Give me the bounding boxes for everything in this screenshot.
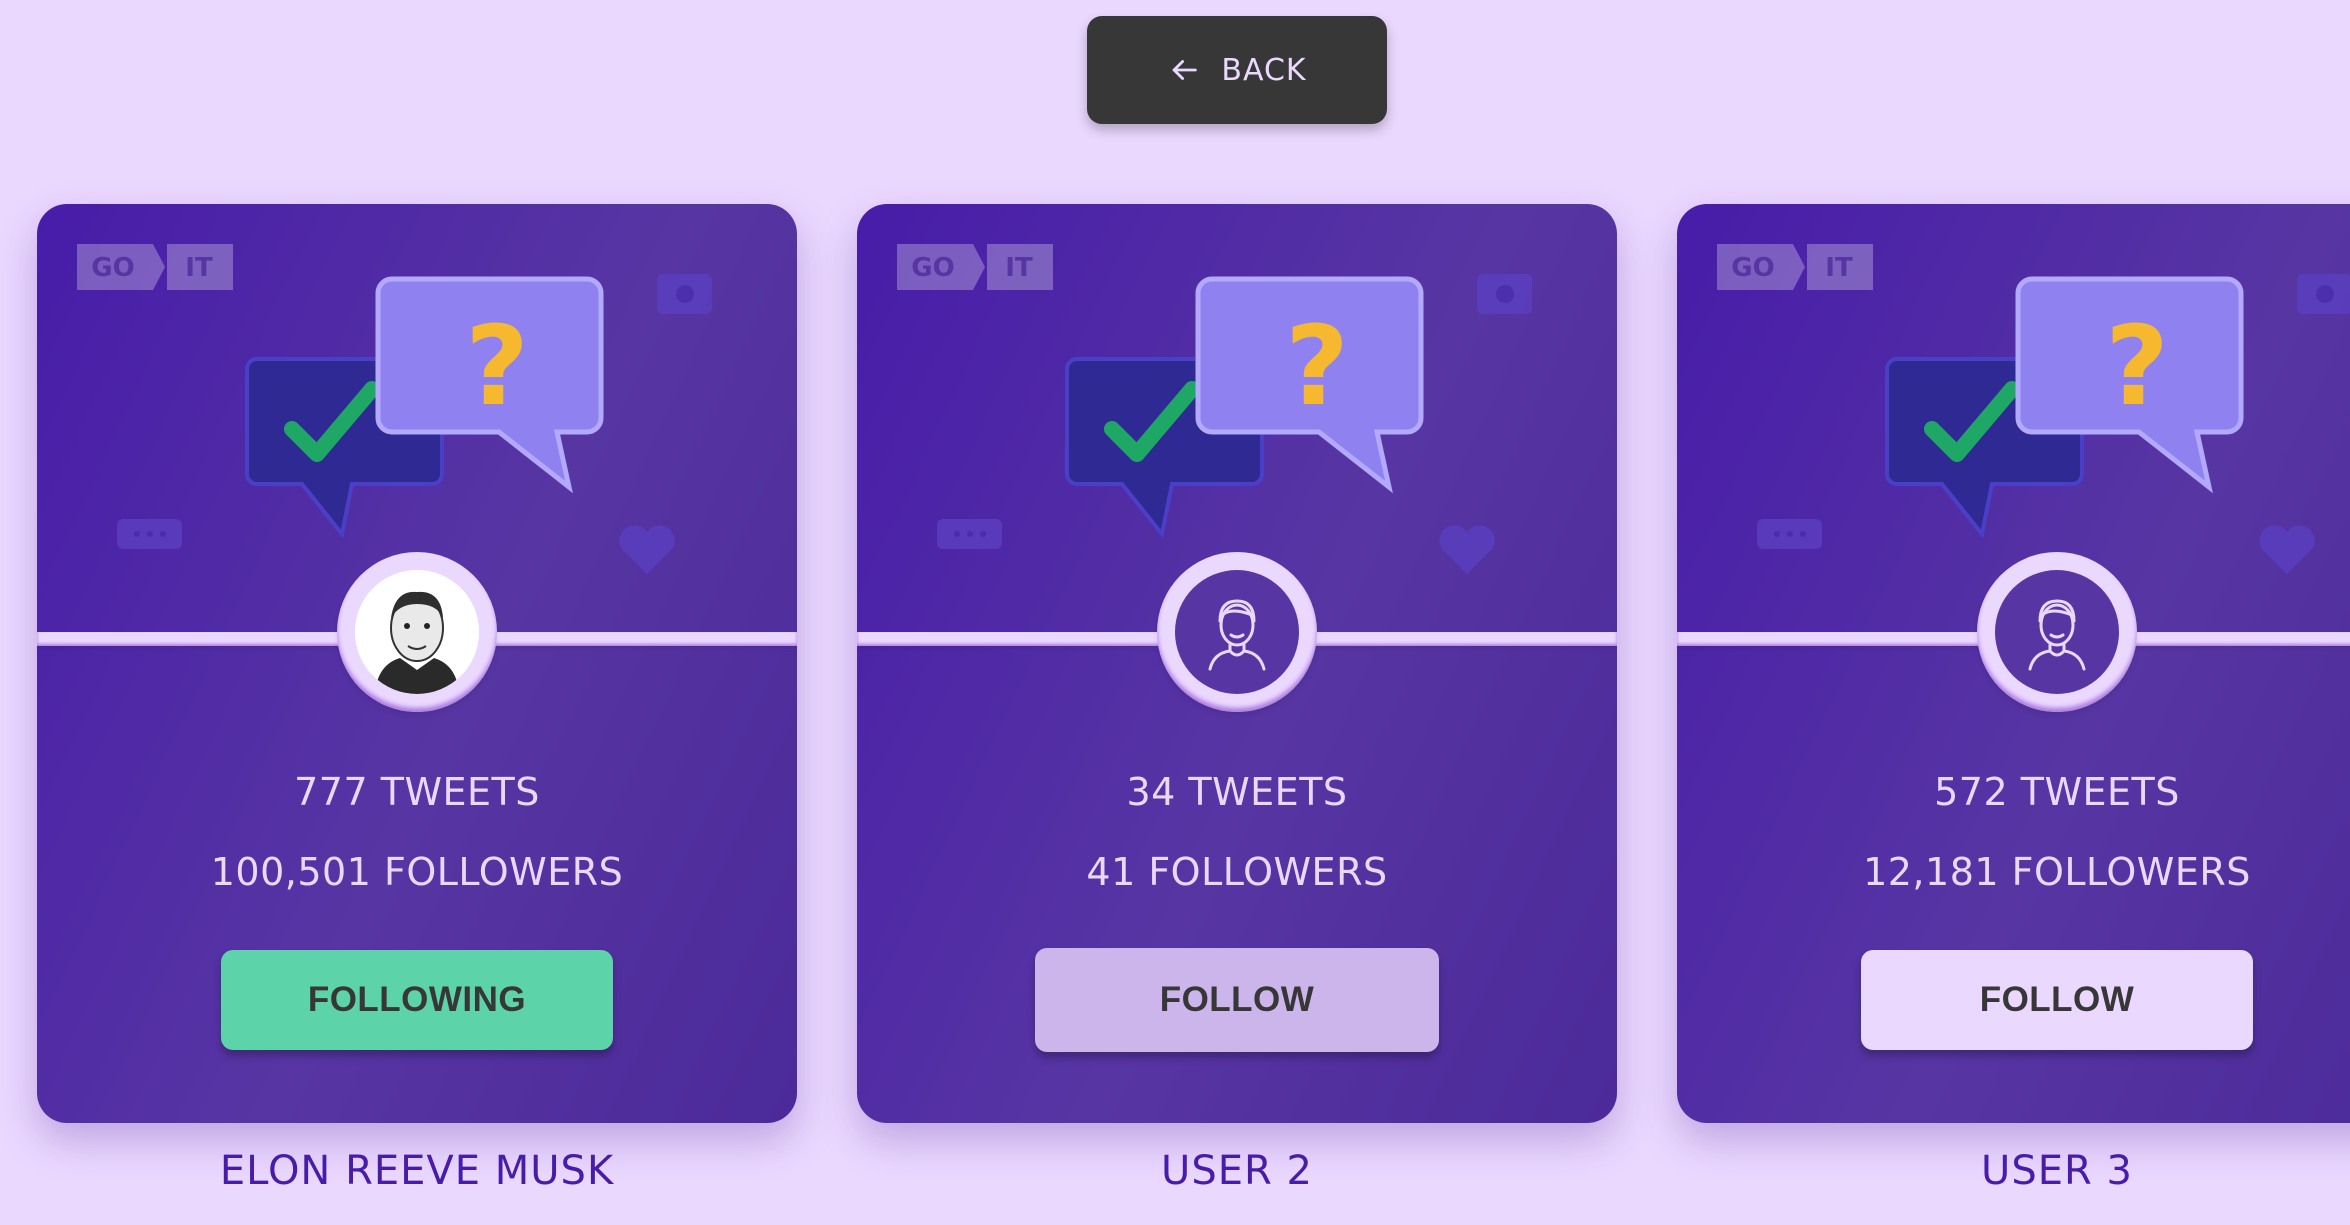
svg-text:?: ? (2105, 302, 2169, 430)
username-label: ELON REEVE MUSK (219, 1148, 615, 1194)
default-user-icon (2028, 599, 2086, 671)
following-button[interactable]: FOLLOWING (221, 950, 613, 1050)
user-card: GO IT ? 777 TWEETS 100,501 FOLLOWERS FOL… (37, 204, 797, 1123)
follow-button[interactable]: FOLLOW (1861, 950, 2253, 1050)
heart-decoration-icon (1439, 525, 1495, 574)
svg-text:GO: GO (91, 253, 134, 283)
followers-count: 12,181 FOLLOWERS (1863, 850, 2251, 894)
question-check-bubbles-illustration: ? (1885, 276, 2244, 539)
avatar (337, 552, 497, 712)
tweets-count: 34 TWEETS (1126, 770, 1348, 814)
heart-decoration-icon (2259, 525, 2315, 574)
back-button-label: BACK (1221, 52, 1307, 88)
comment-decoration-icon (937, 519, 1002, 549)
svg-text:?: ? (465, 302, 529, 430)
svg-text:IT: IT (1825, 253, 1853, 283)
tweets-count: 777 TWEETS (294, 770, 540, 814)
followers-count: 100,501 FOLLOWERS (210, 850, 624, 894)
question-check-bubbles-illustration: ? (245, 276, 604, 539)
portrait-photo-icon (355, 570, 479, 694)
svg-text:GO: GO (1731, 253, 1774, 283)
user-card: GO IT ? 34 TWEETS 41 FOLLOWERS FOLLOW (857, 204, 1617, 1123)
goit-logo: GO IT (1717, 244, 1873, 290)
tweets-count: 572 TWEETS (1934, 770, 2180, 814)
camera-decoration-icon (2297, 274, 2350, 314)
goit-logo: GO IT (897, 244, 1053, 290)
default-user-icon (1208, 599, 1266, 671)
user-card: GO IT ? 572 TWEETS 12,181 FOLLOWERS FOLL… (1677, 204, 2350, 1123)
username-label: USER 2 (1161, 1148, 1313, 1194)
follow-button[interactable]: FOLLOW (1035, 948, 1439, 1052)
avatar (1157, 552, 1317, 712)
svg-text:IT: IT (1005, 253, 1033, 283)
svg-text:?: ? (1285, 302, 1349, 430)
avatar-default (1175, 570, 1299, 694)
comment-decoration-icon (1757, 519, 1822, 549)
question-check-bubbles-illustration: ? (1065, 276, 1424, 539)
goit-logo: GO IT (77, 244, 233, 290)
heart-decoration-icon (619, 525, 675, 574)
camera-decoration-icon (657, 274, 712, 314)
svg-text:GO: GO (911, 253, 954, 283)
comment-decoration-icon (117, 519, 182, 549)
svg-text:IT: IT (185, 253, 213, 283)
followers-count: 41 FOLLOWERS (1086, 850, 1388, 894)
avatar-default (1995, 570, 2119, 694)
username-label: USER 3 (1981, 1148, 2133, 1194)
back-button[interactable]: BACK (1087, 16, 1387, 124)
arrow-left-icon (1173, 60, 1198, 80)
avatar-photo (355, 570, 479, 694)
camera-decoration-icon (1477, 274, 1532, 314)
avatar (1977, 552, 2137, 712)
